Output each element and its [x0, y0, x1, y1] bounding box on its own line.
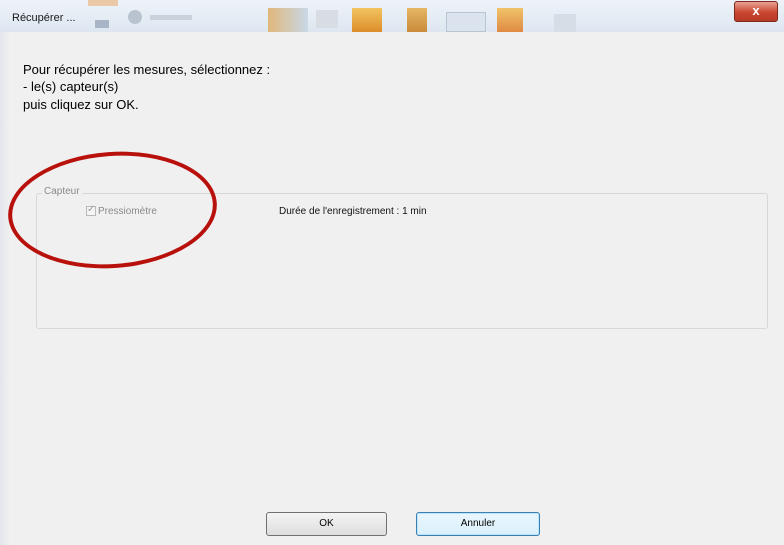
cancel-button[interactable]: Annuler — [416, 512, 540, 536]
blurred-toolbar-icon — [407, 8, 427, 32]
instruction-line-2: - le(s) capteur(s) — [23, 79, 119, 94]
blurred-toolbar-icon — [88, 0, 118, 6]
ok-button[interactable]: OK — [266, 512, 387, 536]
blurred-toolbar-icon — [316, 10, 338, 28]
blurred-toolbar-icon — [128, 10, 142, 24]
blurred-toolbar-icon — [150, 15, 192, 20]
blurred-toolbar-icon — [352, 8, 382, 32]
blurred-toolbar-icon — [446, 12, 486, 32]
blurred-toolbar-icon — [268, 8, 308, 32]
instruction-line-1: Pour récupérer les mesures, sélectionnez… — [23, 62, 271, 77]
title-bar: Récupérer ... x — [0, 0, 784, 32]
dialog-window: Récupérer ... x Pour récupérer les mesur… — [0, 0, 784, 545]
blurred-toolbar-icon — [497, 8, 523, 32]
recording-duration-text: Durée de l'enregistrement : 1 min — [279, 206, 427, 217]
instruction-line-3: puis cliquez sur OK. — [23, 97, 139, 112]
window-title: Récupérer ... — [12, 12, 76, 24]
blurred-toolbar-icon — [95, 20, 109, 28]
close-icon: x — [752, 3, 760, 18]
blurred-toolbar-icon — [554, 14, 576, 32]
window-left-edge — [0, 32, 10, 545]
close-button[interactable]: x — [734, 1, 778, 22]
